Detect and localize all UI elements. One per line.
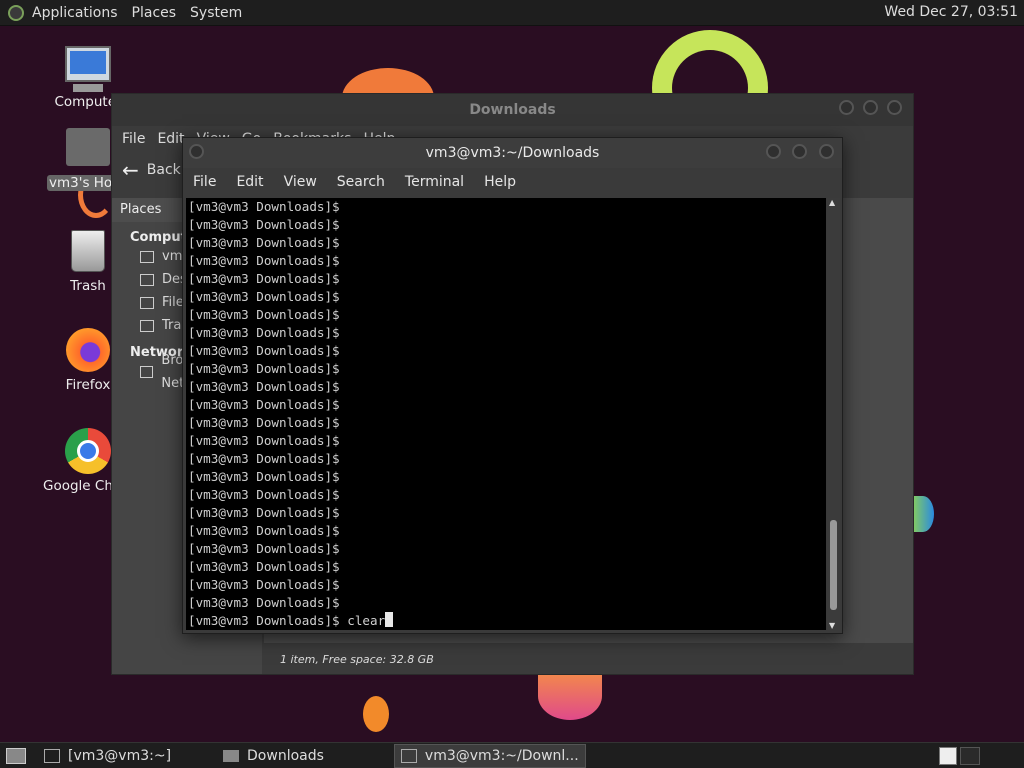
home-icon [140, 250, 154, 263]
terminal-line: [vm3@vm3 Downloads]$ [188, 379, 340, 394]
terminal-line: [vm3@vm3 Downloads]$ [188, 577, 340, 592]
taskbar-item-terminal-home[interactable]: [vm3@vm3:~] [38, 745, 177, 767]
minimize-button[interactable] [766, 144, 781, 159]
drive-icon [140, 296, 154, 309]
workspace-switcher-alt[interactable] [960, 747, 980, 765]
terminal-line: [vm3@vm3 Downloads]$ [188, 541, 340, 556]
terminal-line: [vm3@vm3 Downloads]$ [188, 361, 340, 376]
folder-icon [223, 749, 240, 762]
terminal-icon [400, 748, 417, 763]
terminal-line: [vm3@vm3 Downloads]$ [188, 199, 340, 214]
terminal-prompt: [vm3@vm3 Downloads]$ [188, 613, 340, 628]
scroll-down-arrow-icon[interactable]: ▼ [829, 621, 835, 630]
menu-terminal[interactable]: Terminal [405, 174, 464, 190]
network-icon [140, 365, 154, 378]
menu-file[interactable]: File [193, 174, 216, 190]
terminal-line: [vm3@vm3 Downloads]$ [188, 433, 340, 448]
maximize-button[interactable] [792, 144, 807, 159]
terminal-line: [vm3@vm3 Downloads]$ [188, 307, 340, 322]
close-button[interactable] [887, 100, 902, 115]
trash-icon [140, 319, 154, 332]
terminal-line: [vm3@vm3 Downloads]$ [188, 289, 340, 304]
window-title: vm3@vm3:~/Downloads [183, 138, 842, 168]
workspace-switcher[interactable] [939, 747, 957, 765]
trash-icon [71, 230, 105, 272]
terminal-line: [vm3@vm3 Downloads]$ [188, 235, 340, 250]
system-menu[interactable]: System [190, 5, 242, 21]
menu-file[interactable]: File [122, 131, 145, 147]
terminal-line: [vm3@vm3 Downloads]$ [188, 487, 340, 502]
terminal-scrollbar[interactable]: ▲ ▼ [827, 198, 840, 630]
terminal-line: [vm3@vm3 Downloads]$ [188, 415, 340, 430]
back-button[interactable]: Back [147, 162, 181, 178]
taskbar-item-terminal-downloads[interactable]: vm3@vm3:~/Downl... [393, 743, 586, 768]
applications-menu[interactable]: Applications [32, 5, 118, 21]
show-desktop-icon[interactable] [6, 747, 26, 764]
desktop-icon [140, 273, 154, 286]
top-panel: Applications Places System Wed Dec 27, 0… [0, 0, 1024, 26]
clock[interactable]: Wed Dec 27, 03:51 [884, 4, 1018, 20]
taskbar-item-downloads[interactable]: Downloads [217, 745, 330, 767]
terminal-current-line[interactable]: [vm3@vm3 Downloads]$ clear [186, 612, 826, 630]
minimize-button[interactable] [839, 100, 854, 115]
terminal-line: [vm3@vm3 Downloads]$ [188, 325, 340, 340]
places-menu[interactable]: Places [132, 5, 177, 21]
terminal-line: [vm3@vm3 Downloads]$ [188, 397, 340, 412]
back-arrow-icon[interactable]: ← [122, 158, 139, 182]
home-folder-icon [66, 128, 110, 166]
terminal-line: [vm3@vm3 Downloads]$ [188, 559, 340, 574]
terminal-command: clear [347, 613, 386, 628]
terminal-screen[interactable]: [vm3@vm3 Downloads]$ [vm3@vm3 Downloads]$… [186, 198, 826, 630]
close-button[interactable] [819, 144, 834, 159]
scrollbar-thumb[interactable] [830, 520, 837, 610]
window-title: Downloads [112, 94, 913, 126]
firefox-icon [66, 328, 110, 372]
terminal-line: [vm3@vm3 Downloads]$ [188, 271, 340, 286]
terminal-line: [vm3@vm3 Downloads]$ [188, 343, 340, 358]
menu-search[interactable]: Search [337, 174, 385, 190]
terminal-icon [44, 748, 60, 763]
distro-logo-icon[interactable] [8, 4, 24, 21]
terminal-line: [vm3@vm3 Downloads]$ [188, 469, 340, 484]
maximize-button[interactable] [863, 100, 878, 115]
terminal-menubar: File Edit View Search Terminal Help [183, 168, 842, 196]
scroll-up-arrow-icon[interactable]: ▲ [829, 198, 835, 207]
menu-view[interactable]: View [284, 174, 317, 190]
menu-edit[interactable]: Edit [157, 131, 184, 147]
chrome-icon [65, 428, 111, 474]
bg-small-orange [363, 696, 389, 732]
text-cursor [385, 612, 394, 627]
bottom-taskbar: [vm3@vm3:~] Downloads vm3@vm3:~/Downl... [0, 742, 1024, 768]
terminal-line: [vm3@vm3 Downloads]$ [188, 451, 340, 466]
bg-blue-blob [912, 496, 934, 532]
computer-icon [65, 46, 111, 82]
window-menu-button[interactable] [189, 144, 204, 159]
terminal-line: [vm3@vm3 Downloads]$ [188, 217, 340, 232]
terminal-line: [vm3@vm3 Downloads]$ [188, 523, 340, 538]
status-bar: 1 item, Free space: 32.8 GB [264, 646, 913, 674]
terminal-line: [vm3@vm3 Downloads]$ [188, 595, 340, 610]
terminal-window[interactable]: vm3@vm3:~/Downloads File Edit View Searc… [182, 137, 843, 634]
bg-pink-circle [538, 672, 602, 720]
desktop-icon-label: Google Chrome [43, 478, 113, 494]
menu-edit[interactable]: Edit [236, 174, 263, 190]
menu-help[interactable]: Help [484, 174, 516, 190]
terminal-output: [vm3@vm3 Downloads]$ [vm3@vm3 Downloads]$… [186, 198, 826, 612]
desktop-icon-label: vm3's Home [47, 175, 117, 191]
terminal-line: [vm3@vm3 Downloads]$ [188, 505, 340, 520]
terminal-line: [vm3@vm3 Downloads]$ [188, 253, 340, 268]
